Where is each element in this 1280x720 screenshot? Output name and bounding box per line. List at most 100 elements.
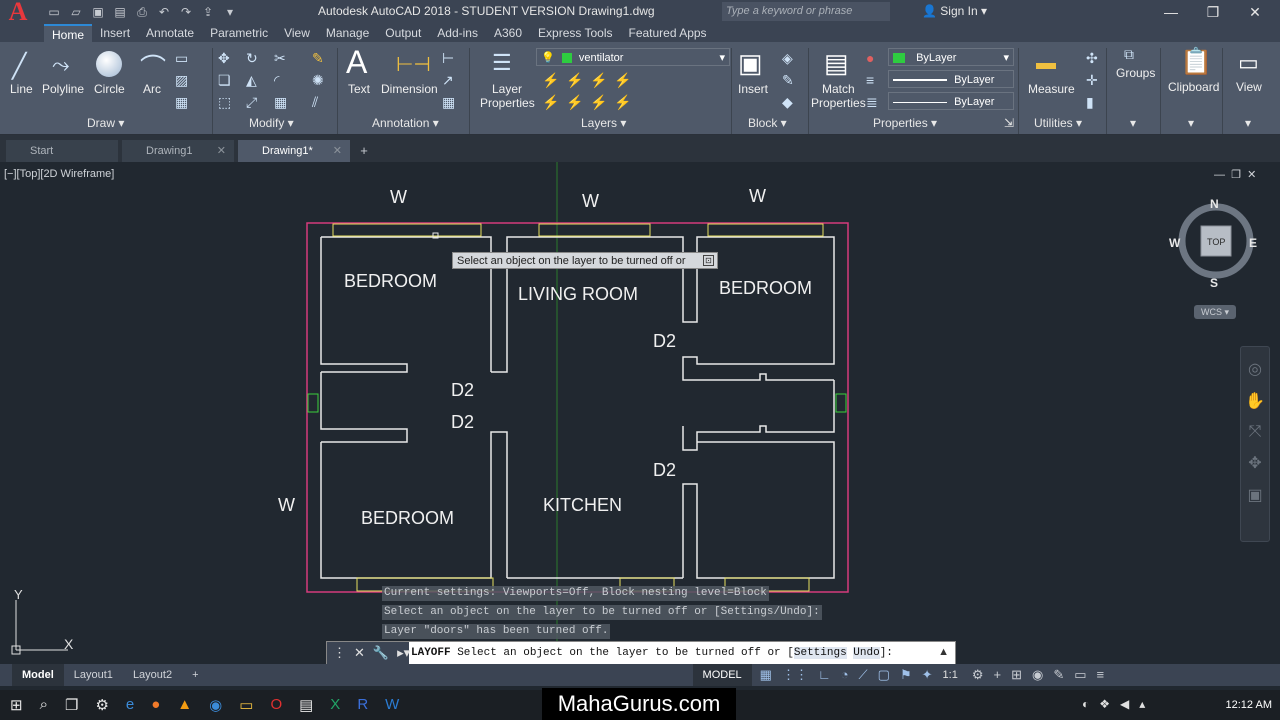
layer-freeze-icon[interactable]: ⚡ — [590, 72, 607, 89]
model-space-button[interactable]: MODEL — [692, 664, 752, 686]
minimize-icon[interactable]: — — [1150, 0, 1192, 24]
firefox-icon[interactable]: ● — [151, 696, 160, 714]
model-tab[interactable]: Model — [12, 664, 64, 686]
open-file-icon[interactable]: ▱ — [68, 5, 84, 20]
move-icon[interactable]: ✥ — [218, 50, 230, 67]
scale-icon[interactable]: ⤢ — [246, 94, 257, 111]
document-tab-drawing1-[interactable]: Drawing1* ✕ — [238, 140, 350, 162]
search-icon[interactable]: ⌕ — [40, 696, 48, 714]
measure-icon[interactable]: ▬ — [1036, 52, 1056, 75]
command-history-toggle-icon[interactable]: ▲ — [938, 646, 949, 658]
layout2-tab[interactable]: Layout2 — [123, 664, 182, 686]
wall[interactable] — [682, 441, 835, 579]
fillet-icon[interactable]: ◜ — [274, 72, 279, 89]
option-settings[interactable]: Settings — [793, 647, 847, 659]
isolate-objects-icon[interactable]: ◉ — [1032, 667, 1043, 683]
color-dropdown[interactable]: ByLayer ▾ — [888, 48, 1014, 66]
wall[interactable] — [682, 380, 835, 451]
lineweight-icon[interactable]: ≣ — [866, 94, 878, 111]
block-panel-label[interactable]: Block ▾ — [748, 116, 787, 130]
layer-thaw-icon[interactable]: ⚡ — [590, 94, 607, 111]
match-properties-line1[interactable]: Match — [822, 82, 855, 96]
grid-icon[interactable]: ▦ — [760, 667, 772, 683]
modify-panel-label[interactable]: Modify ▾ — [249, 116, 294, 130]
annotation-panel-label[interactable]: Annotation ▾ — [372, 116, 439, 130]
arc-icon[interactable]: ⌒ — [140, 48, 166, 85]
add-layout-icon[interactable]: + — [182, 664, 208, 686]
showmotion-icon[interactable]: ▣ — [1241, 485, 1269, 505]
vlc-icon[interactable]: ▲ — [177, 696, 192, 714]
create-block-icon[interactable]: ◈ — [782, 50, 793, 67]
word-icon[interactable]: W — [385, 696, 399, 714]
linetype-dropdown[interactable]: ByLayer — [888, 70, 1014, 88]
sign-in-button[interactable]: 👤 Sign In ▾ — [922, 4, 987, 18]
clipboard-button[interactable]: Clipboard — [1168, 80, 1219, 94]
ribbon-tab-a360[interactable]: A360 — [486, 24, 530, 42]
layer-unlock-icon[interactable]: ⚡ — [614, 94, 631, 111]
window[interactable] — [332, 223, 482, 237]
copy-icon[interactable]: ❏ — [218, 72, 231, 89]
calculator-app-icon[interactable]: ▤ — [299, 696, 313, 714]
mirror-icon[interactable]: ◭ — [246, 72, 257, 89]
workspace-gear-icon[interactable]: ⚙ — [972, 667, 984, 683]
browser-icon[interactable]: e — [126, 696, 134, 714]
wall[interactable] — [320, 431, 508, 579]
dimension-icon[interactable]: ⊢⊣ — [396, 52, 431, 77]
linetype-icon[interactable]: ≡ — [866, 72, 874, 88]
ribbon-tab-manage[interactable]: Manage — [318, 24, 377, 42]
view-icon[interactable]: ▭ — [1238, 50, 1259, 76]
task-view-icon[interactable]: ❐ — [65, 696, 78, 714]
media-icon[interactable]: ◉ — [209, 696, 222, 714]
ribbon-tab-view[interactable]: View — [276, 24, 318, 42]
tooltip-close-icon[interactable]: ⊡ — [703, 255, 714, 266]
compass-north[interactable]: N — [1210, 197, 1219, 211]
layer-properties-line1[interactable]: Layer — [492, 82, 522, 96]
hardware-acceleration-icon[interactable]: ✎ — [1053, 667, 1064, 683]
autoscale-icon[interactable]: ✦ — [922, 667, 933, 683]
customize-icon[interactable]: 🔧 — [373, 645, 389, 661]
layers-panel-label[interactable]: Layers ▾ — [581, 116, 626, 130]
orbit-icon[interactable]: ✥ — [1241, 453, 1269, 473]
command-line[interactable]: ⋮ ✕ 🔧 ▸▾ LAYOFF Select an object on the … — [326, 641, 956, 665]
ortho-icon[interactable]: ∟ — [818, 667, 831, 683]
text-icon[interactable]: A — [346, 44, 367, 81]
layer-off-icon[interactable]: ⚡ — [566, 72, 583, 89]
document-tab-start[interactable]: Start — [6, 140, 118, 162]
layer-dropdown[interactable]: 💡 ventilator ▾ — [536, 48, 730, 66]
utilities-panel-label[interactable]: Utilities ▾ — [1034, 116, 1082, 130]
properties-panel-label[interactable]: Properties ▾ — [873, 116, 937, 130]
ribbon-tab-output[interactable]: Output — [377, 24, 429, 42]
id-point-icon[interactable]: ✛ — [1086, 72, 1098, 89]
units-icon[interactable]: ⊞ — [1011, 667, 1022, 683]
ventilator[interactable] — [307, 393, 319, 413]
opera-icon[interactable]: O — [270, 696, 282, 714]
compass-east[interactable]: E — [1249, 236, 1257, 250]
hatch-icon[interactable]: ▨ — [175, 72, 188, 89]
ribbon-tab-featured-apps[interactable]: Featured Apps — [621, 24, 715, 42]
close-command-icon[interactable]: ✕ — [354, 645, 365, 661]
table-icon[interactable]: ▦ — [442, 94, 455, 111]
clean-screen-icon[interactable]: ▭ — [1074, 667, 1086, 683]
revit-icon[interactable]: R — [357, 696, 368, 714]
settings-app-icon[interactable]: ⚙ — [95, 696, 108, 714]
layer-on-icon[interactable]: ⚡ — [566, 94, 583, 111]
explode-icon[interactable]: ✺ — [312, 72, 324, 89]
print-icon[interactable]: ⎙ — [134, 5, 150, 20]
dropbox-icon[interactable]: ❖ — [1099, 697, 1110, 711]
window[interactable] — [538, 223, 651, 237]
region-icon[interactable]: ▦ — [175, 94, 188, 111]
excel-icon[interactable]: X — [330, 696, 340, 714]
layer-properties-line2[interactable]: Properties — [480, 96, 535, 110]
properties-dialog-launcher-icon[interactable]: ⇲ — [1004, 116, 1014, 130]
polyline-icon[interactable]: ⤳ — [52, 52, 70, 78]
tray-expand-icon[interactable]: ▴ — [1139, 697, 1145, 711]
layer-lock-icon[interactable]: ⚡ — [614, 72, 631, 89]
array-icon[interactable]: ▦ — [274, 94, 287, 111]
insert-block-icon[interactable]: ▣ — [738, 48, 763, 79]
command-prompt[interactable]: LAYOFF Select an object on the layer to … — [409, 647, 893, 659]
circle-button[interactable]: Circle — [94, 82, 125, 96]
attribute-icon[interactable]: ◆ — [782, 94, 793, 111]
new-tab-icon[interactable]: + — [354, 140, 374, 162]
measure-button[interactable]: Measure — [1028, 82, 1075, 96]
ribbon-tab-annotate[interactable]: Annotate — [138, 24, 202, 42]
